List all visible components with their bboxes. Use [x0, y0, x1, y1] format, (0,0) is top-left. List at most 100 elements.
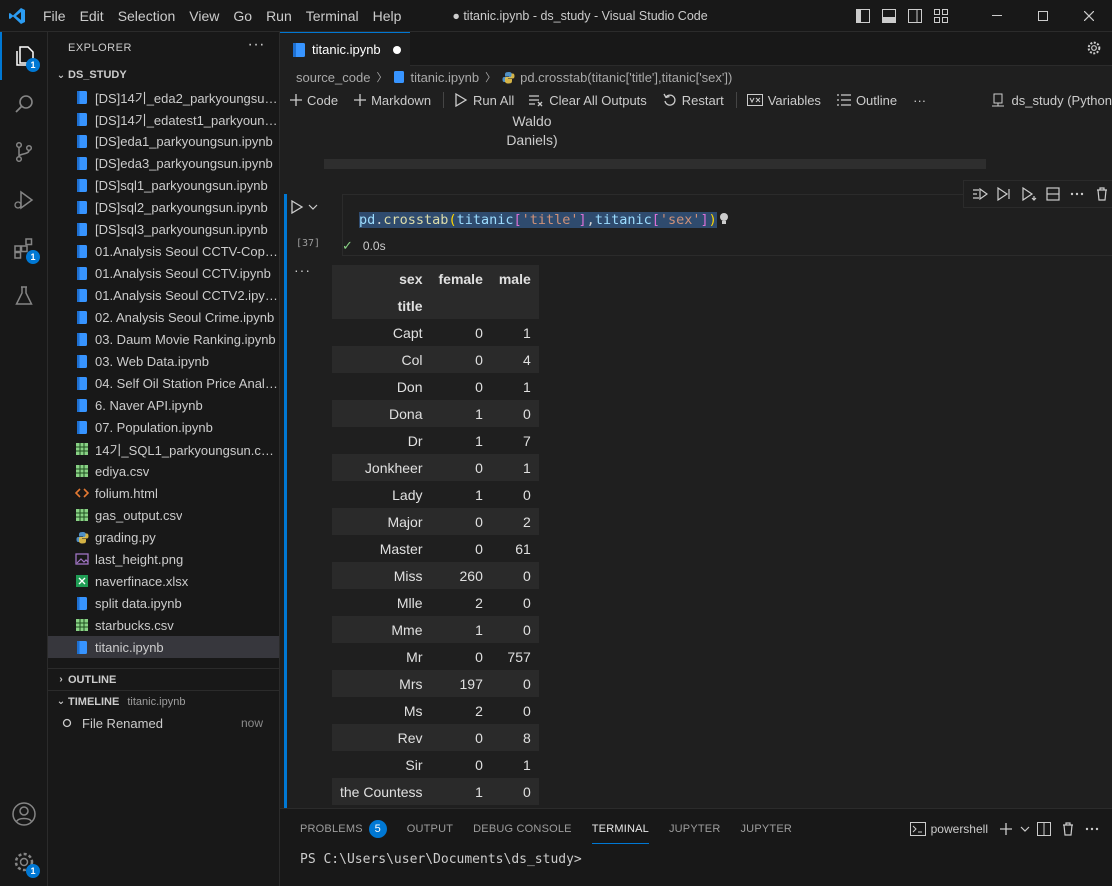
panel-more-icon[interactable]	[1080, 817, 1104, 841]
tab-terminal[interactable]: TERMINAL	[591, 817, 650, 844]
trash-icon[interactable]	[1056, 817, 1080, 841]
add-code-button[interactable]: Code	[290, 93, 338, 108]
toggle-panel-icon[interactable]	[876, 0, 902, 32]
unsaved-dot-icon[interactable]	[392, 45, 401, 54]
menu-go[interactable]: Go	[226, 0, 259, 32]
file-item[interactable]: [DS]14기_eda2_parkyoungsun.i...	[48, 86, 279, 108]
notebook-body: Waldo Daniels) [37] pd.crosstab(titanic[…	[280, 112, 1112, 808]
split-terminal-icon[interactable]	[1032, 817, 1056, 841]
new-terminal-icon[interactable]	[994, 817, 1018, 841]
table-cell-male: 0	[522, 594, 531, 611]
outline-button[interactable]: Outline	[836, 93, 897, 108]
file-item[interactable]: last_height.png	[48, 548, 279, 570]
workspace-folder[interactable]: ⌄ DS_STUDY	[48, 64, 279, 86]
testing-activity[interactable]	[0, 272, 48, 320]
output-more-button[interactable]: ···	[294, 262, 311, 278]
source-control-activity[interactable]	[0, 128, 48, 176]
menu-file[interactable]: File	[36, 0, 73, 32]
notebook-settings-icon[interactable]	[1086, 40, 1102, 59]
file-item[interactable]: ediya.csv	[48, 460, 279, 482]
tab-problems[interactable]: PROBLEMS 5	[300, 817, 387, 841]
file-item[interactable]: 07. Population.ipynb	[48, 416, 279, 438]
lightbulb-icon[interactable]	[719, 212, 729, 225]
menu-edit[interactable]: Edit	[73, 0, 111, 32]
kernel-picker[interactable]: ds_study (Python	[990, 93, 1112, 108]
file-item[interactable]: 01.Analysis Seoul CCTV.ipynb	[48, 262, 279, 284]
breadcrumb-cell[interactable]: pd.crosstab(titanic['title'],titanic['se…	[520, 70, 732, 85]
menu-view[interactable]: View	[182, 0, 226, 32]
toggle-secondary-sidebar-icon[interactable]	[902, 0, 928, 32]
customize-layout-icon[interactable]	[928, 0, 954, 32]
menu-run[interactable]: Run	[259, 0, 299, 32]
output-horizontal-scrollbar[interactable]	[324, 159, 986, 169]
timeline-section[interactable]: ⌄ TIMELINE titanic.ipynb	[48, 690, 279, 712]
chevron-down-icon[interactable]	[308, 202, 318, 212]
file-item[interactable]: 14기_SQL1_parkyoungsun.csv.c...	[48, 438, 279, 460]
file-item[interactable]: [DS]eda1_parkyoungsun.ipynb	[48, 130, 279, 152]
close-window-button[interactable]	[1066, 0, 1112, 32]
tab-titanic[interactable]: titanic.ipynb	[280, 32, 410, 66]
menu-help[interactable]: Help	[366, 0, 409, 32]
row-index-cell: Capt	[392, 324, 423, 341]
file-item[interactable]: [DS]eda3_parkyoungsun.ipynb	[48, 152, 279, 174]
chevron-down-icon[interactable]	[1018, 817, 1032, 841]
search-icon	[15, 95, 33, 113]
restart-button[interactable]: Restart	[663, 93, 724, 108]
terminal-prompt[interactable]: PS C:\Users\user\Documents\ds_study>	[300, 852, 582, 867]
file-item[interactable]: 03. Web Data.ipynb	[48, 350, 279, 372]
file-item[interactable]: [DS]sql2_parkyoungsun.ipynb	[48, 196, 279, 218]
run-all-button[interactable]: Run All	[454, 93, 514, 108]
menu-terminal[interactable]: Terminal	[299, 0, 366, 32]
toggle-sidebar-icon[interactable]	[850, 0, 876, 32]
run-and-below-icon[interactable]	[1017, 182, 1041, 206]
file-item[interactable]: split data.ipynb	[48, 592, 279, 614]
explorer-activity[interactable]: 1	[0, 32, 48, 80]
execute-below-icon[interactable]	[992, 182, 1016, 206]
run-cell-button[interactable]	[290, 200, 318, 214]
file-item[interactable]: 03. Daum Movie Ranking.ipynb	[48, 328, 279, 350]
explorer-more-button[interactable]: ···	[248, 36, 265, 54]
timeline-item[interactable]: File Renamed now	[48, 712, 279, 734]
file-item[interactable]: naverfinace.xlsx	[48, 570, 279, 592]
delete-cell-icon[interactable]	[1090, 182, 1112, 206]
file-item[interactable]: folium.html	[48, 482, 279, 504]
accounts-activity[interactable]	[0, 790, 48, 838]
file-item[interactable]: gas_output.csv	[48, 504, 279, 526]
file-item[interactable]: grading.py	[48, 526, 279, 548]
execute-above-icon[interactable]	[968, 182, 992, 206]
file-item[interactable]: [DS]14기_edatest1_parkyoungs...	[48, 108, 279, 130]
tab-output[interactable]: OUTPUT	[407, 817, 453, 841]
clear-outputs-button[interactable]: Clear All Outputs	[528, 93, 647, 108]
breadcrumb-file[interactable]: titanic.ipynb	[410, 70, 479, 85]
file-item[interactable]: 04. Self Oil Station Price Analys...	[48, 372, 279, 394]
tab-jupyter-2[interactable]: JUPYTER	[740, 817, 792, 841]
maximize-button[interactable]	[1020, 0, 1066, 32]
file-item[interactable]: 01.Analysis Seoul CCTV2.ipynb	[48, 284, 279, 306]
column-header-female: female	[438, 270, 483, 287]
file-item[interactable]: [DS]sql1_parkyoungsun.ipynb	[48, 174, 279, 196]
variables-button[interactable]: Variables	[746, 93, 821, 108]
breadcrumb-folder[interactable]: source_code	[296, 70, 370, 85]
code-line[interactable]: pd.crosstab(titanic['title'],titanic['se…	[359, 212, 729, 228]
file-item[interactable]: 01.Analysis Seoul CCTV-Copy1....	[48, 240, 279, 262]
file-item[interactable]: 6. Naver API.ipynb	[48, 394, 279, 416]
file-item[interactable]: starbucks.csv	[48, 614, 279, 636]
terminal-shell-selector[interactable]: powershell	[909, 822, 988, 836]
search-activity[interactable]	[0, 80, 48, 128]
toolbar-more-button[interactable]: ···	[913, 93, 926, 108]
extensions-activity[interactable]: 1	[0, 224, 48, 272]
manage-activity[interactable]: 1	[0, 838, 48, 886]
cell-more-icon[interactable]	[1065, 182, 1089, 206]
tab-debug-console[interactable]: DEBUG CONSOLE	[473, 817, 572, 841]
add-markdown-button[interactable]: Markdown	[354, 93, 431, 108]
file-item[interactable]: 02. Analysis Seoul Crime.ipynb	[48, 306, 279, 328]
file-item[interactable]: [DS]sql3_parkyoungsun.ipynb	[48, 218, 279, 240]
minimize-button[interactable]	[974, 0, 1020, 32]
tab-jupyter[interactable]: JUPYTER	[669, 817, 721, 841]
split-cell-icon[interactable]	[1041, 182, 1065, 206]
file-name: gas_output.csv	[95, 507, 183, 523]
outline-section[interactable]: › OUTLINE	[48, 668, 279, 690]
file-item[interactable]: titanic.ipynb	[48, 636, 279, 658]
run-debug-activity[interactable]	[0, 176, 48, 224]
menu-selection[interactable]: Selection	[111, 0, 183, 32]
